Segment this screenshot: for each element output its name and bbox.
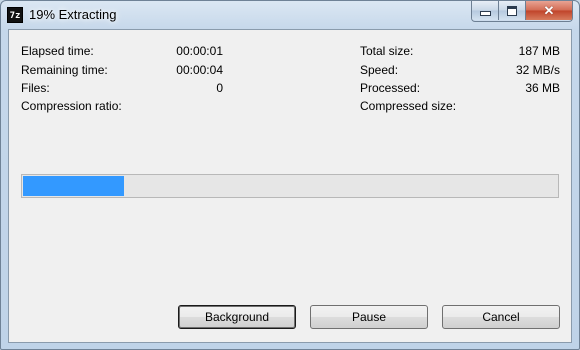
window-controls: ✕ — [471, 1, 573, 22]
stat-label: Processed: — [360, 81, 421, 95]
cancel-button[interactable]: Cancel — [442, 305, 560, 329]
stat-compressed-size: Compressed size: — [360, 98, 560, 114]
progress-fill — [23, 176, 124, 196]
maximize-icon — [507, 5, 517, 16]
pause-button[interactable]: Pause — [310, 305, 428, 329]
stat-remaining-time: Remaining time: 00:00:04 — [21, 62, 223, 78]
extract-progress-window: 7z 19% Extracting ✕ Elapsed time: 00:00:… — [0, 0, 580, 350]
stat-value: 187 MB — [518, 44, 560, 58]
stat-value: 00:00:04 — [176, 63, 223, 77]
stat-label: Total size: — [360, 44, 414, 58]
title-bar[interactable]: 7z 19% Extracting ✕ — [1, 1, 579, 29]
stat-label: Elapsed time: — [21, 44, 94, 58]
maximize-button[interactable] — [499, 1, 526, 20]
stat-elapsed-time: Elapsed time: 00:00:01 — [21, 43, 223, 59]
stat-value: 0 — [216, 81, 223, 95]
stat-files: Files: 0 — [21, 80, 223, 96]
extraction-progress-bar — [21, 174, 559, 198]
stat-value: 00:00:01 — [176, 44, 223, 58]
stat-value: 32 MB/s — [515, 63, 560, 77]
stat-total-size: Total size: 187 MB — [360, 43, 560, 59]
stat-label: Compression ratio: — [21, 99, 122, 113]
stat-value: 36 MB — [525, 81, 560, 95]
7zip-app-icon: 7z — [7, 7, 23, 23]
stat-speed: Speed: 32 MB/s — [360, 62, 560, 78]
stat-compression-ratio: Compression ratio: — [21, 98, 223, 114]
dialog-body: Elapsed time: 00:00:01 Remaining time: 0… — [8, 29, 572, 343]
background-button[interactable]: Background — [178, 305, 296, 329]
stat-processed: Processed: 36 MB — [360, 80, 560, 96]
close-icon: ✕ — [543, 3, 555, 18]
window-title: 19% Extracting — [29, 7, 117, 22]
minimize-button[interactable] — [472, 1, 499, 20]
stat-label: Files: — [21, 81, 50, 95]
minimize-icon — [479, 11, 491, 16]
stat-label: Speed: — [360, 63, 399, 77]
close-button[interactable]: ✕ — [526, 1, 572, 20]
stat-label: Remaining time: — [21, 63, 108, 77]
stat-label: Compressed size: — [360, 99, 457, 113]
